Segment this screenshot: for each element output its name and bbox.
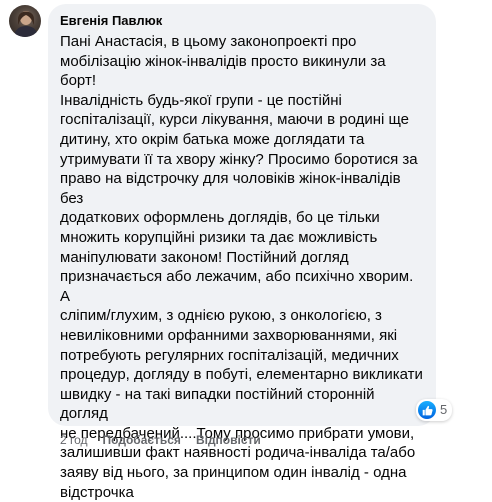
like-button[interactable]: Подобається xyxy=(103,432,181,448)
comment-author-name[interactable]: Евгенія Павлюк xyxy=(60,13,162,29)
reaction-count: 5 xyxy=(440,402,448,417)
comment-timestamp[interactable]: 2 год xyxy=(60,432,88,448)
reply-button[interactable]: Відповісти xyxy=(196,432,261,448)
like-thumb-icon xyxy=(418,401,436,419)
avatar[interactable] xyxy=(9,5,41,37)
comment-bubble: Евгенія Павлюк Пані Анастасія, в цьому з… xyxy=(48,4,436,501)
comment-actions: 2 год Подобається Відповісти xyxy=(60,432,261,448)
reaction-summary[interactable]: 5 xyxy=(416,399,453,421)
avatar-photo-icon xyxy=(14,11,38,37)
